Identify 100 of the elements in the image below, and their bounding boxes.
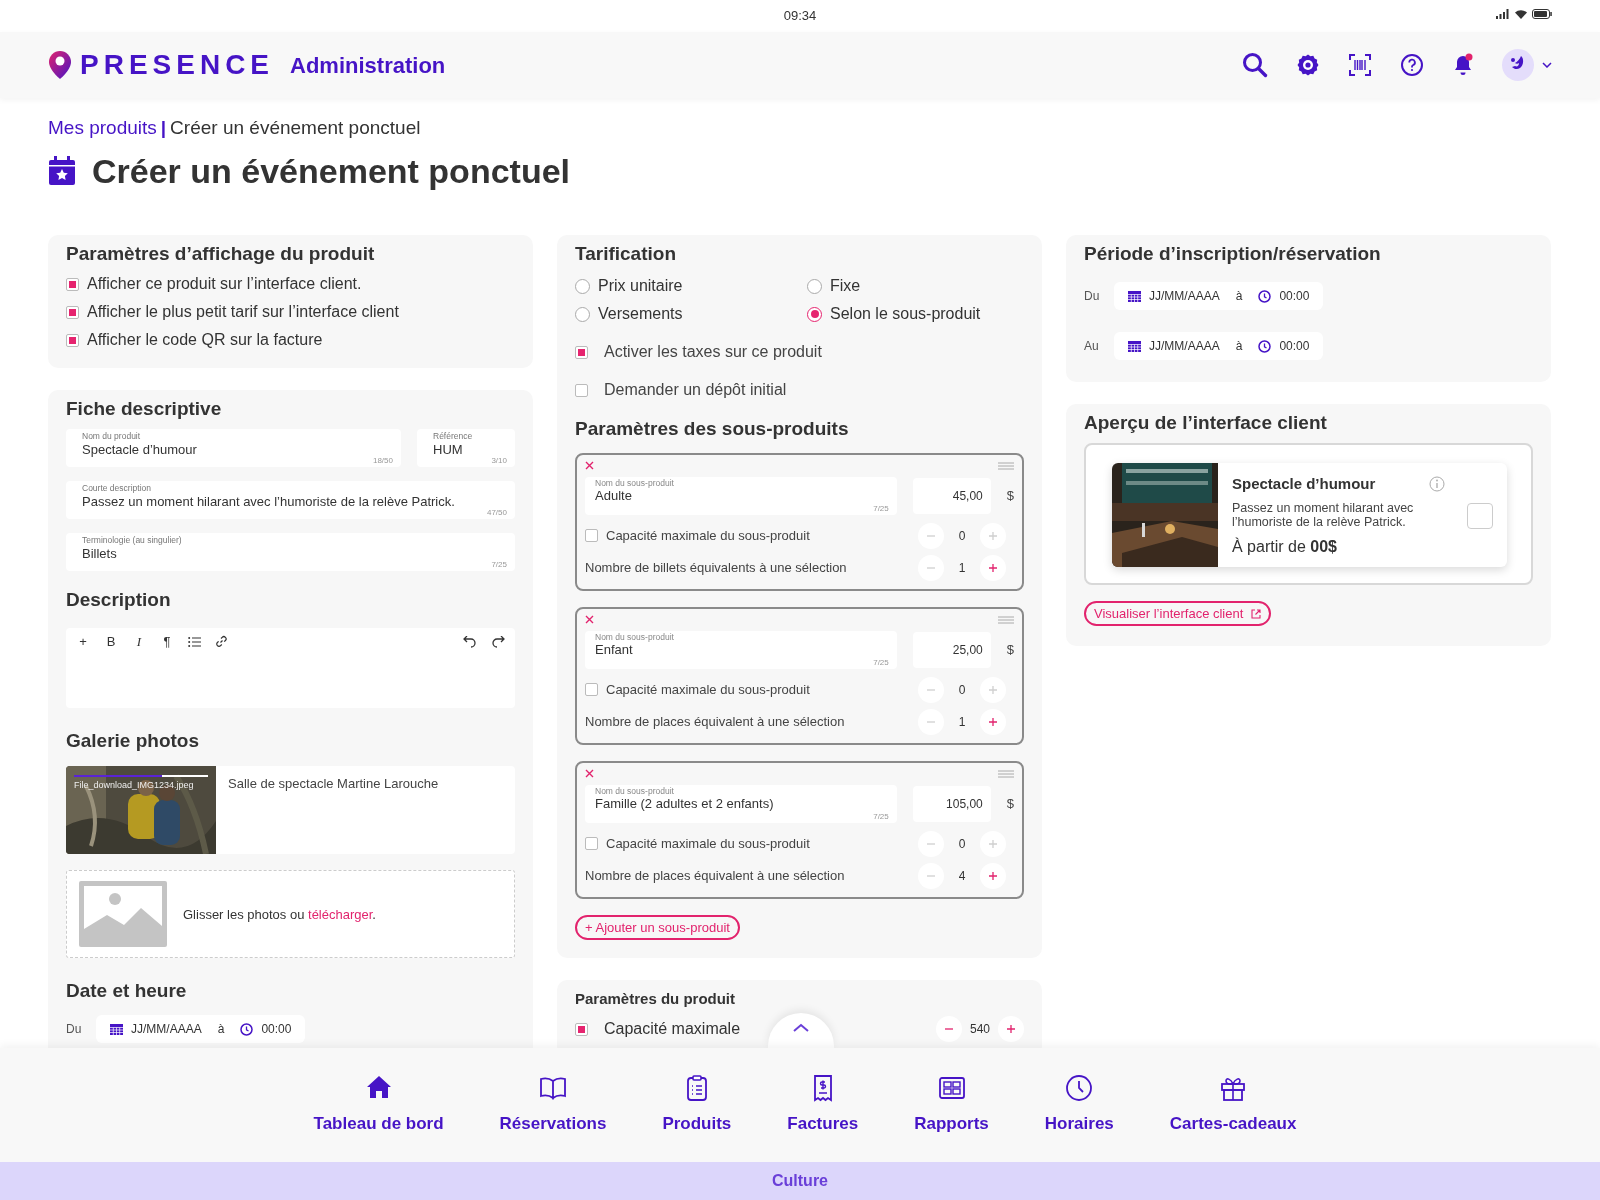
search-icon[interactable] bbox=[1242, 52, 1268, 78]
photo-drop-zone[interactable]: Glisser les photos ou télécharger. bbox=[66, 870, 515, 959]
subproduct-name-field[interactable]: Nom du sous-produit Enfant 7/25 bbox=[585, 630, 897, 669]
footer-label: Culture bbox=[772, 1171, 828, 1191]
brand-name: PRESENCE bbox=[80, 48, 275, 82]
nav-item[interactable]: Factures bbox=[781, 1072, 865, 1138]
increment-button[interactable] bbox=[980, 708, 1006, 735]
date-time-field[interactable]: JJ/MM/AAAA à 00:00 bbox=[96, 1015, 306, 1044]
drag-handle-icon[interactable] bbox=[998, 769, 1014, 778]
barcode-scan-icon[interactable] bbox=[1348, 53, 1372, 77]
remove-icon[interactable] bbox=[585, 461, 594, 471]
nav-item[interactable]: Horaires bbox=[1038, 1072, 1120, 1138]
info-icon[interactable] bbox=[1429, 475, 1445, 492]
date-time-field[interactable]: JJ/MM/AAAA à 00:00 bbox=[1114, 332, 1324, 361]
subproduct-name-field[interactable]: Nom du sous-produit Adulte 7/25 bbox=[585, 476, 897, 515]
redo-icon[interactable] bbox=[492, 635, 505, 648]
date-time-field[interactable]: JJ/MM/AAAA à 00:00 bbox=[1114, 282, 1324, 311]
radio-button[interactable] bbox=[575, 278, 590, 294]
nav-item[interactable]: Cartes-cadeaux bbox=[1163, 1072, 1303, 1138]
character-counter: 3/10 bbox=[491, 455, 507, 466]
reference-field[interactable]: Référence HUM 3/10 bbox=[417, 428, 515, 467]
radio-label: Versements bbox=[598, 304, 683, 325]
currency-label: $ bbox=[1006, 641, 1014, 660]
section-title: Date et heure bbox=[66, 980, 188, 1004]
price-field[interactable]: 25,00 bbox=[912, 631, 991, 668]
at-label: à bbox=[217, 1021, 225, 1039]
list-icon[interactable] bbox=[188, 635, 201, 648]
character-counter: 7/25 bbox=[873, 503, 889, 514]
checkbox[interactable] bbox=[585, 683, 598, 697]
undo-icon[interactable] bbox=[463, 635, 476, 648]
radio-button[interactable] bbox=[807, 278, 822, 294]
product-name: Spectacle d’humour bbox=[1232, 473, 1376, 494]
toolbar-button[interactable]: ¶ bbox=[160, 633, 174, 650]
upload-link[interactable]: télécharger bbox=[308, 906, 373, 922]
increment-button[interactable] bbox=[980, 862, 1006, 889]
product-name-field[interactable]: Nom du produit Spectacle d’humour 18/50 bbox=[66, 428, 401, 467]
settings-icon[interactable] bbox=[1296, 53, 1320, 77]
checkbox[interactable] bbox=[585, 837, 598, 851]
nav-item[interactable]: Produits bbox=[656, 1072, 738, 1138]
remove-icon[interactable] bbox=[585, 769, 594, 779]
plus-icon bbox=[989, 563, 997, 572]
notification-bell-icon[interactable] bbox=[1452, 53, 1474, 77]
nav-item[interactable]: Rapports bbox=[908, 1072, 995, 1138]
character-counter: 47/50 bbox=[486, 507, 507, 518]
text-field[interactable]: Courte description Passez un moment hilarant avec l’humoriste de la relève Patrick. 47/50 bbox=[66, 480, 515, 519]
plus-icon bbox=[989, 685, 997, 694]
field-label: Nom du sous-produit bbox=[595, 785, 675, 796]
external-link-icon bbox=[1251, 608, 1262, 619]
section-title: Paramètres des sous-produits bbox=[575, 418, 850, 441]
option-label: Afficher le code QR sur la facture bbox=[87, 330, 323, 351]
field-label: Nom du sous-produit bbox=[595, 477, 675, 488]
option-label: Nombre de billets équivalents à une sélection bbox=[585, 559, 847, 578]
rich-text-editor[interactable]: + B I ¶ bbox=[66, 627, 515, 708]
checkbox[interactable] bbox=[585, 529, 598, 543]
checkbox[interactable] bbox=[575, 345, 588, 359]
wifi-icon bbox=[1514, 9, 1528, 19]
date-label: Du bbox=[1084, 288, 1101, 306]
toolbar-button[interactable]: + bbox=[76, 633, 90, 650]
breadcrumb-link[interactable]: Mes produits bbox=[48, 114, 157, 143]
radio-button[interactable] bbox=[575, 306, 590, 322]
link-icon[interactable] bbox=[215, 635, 228, 649]
photo-item[interactable]: File_download_IMG1234.jpeg Salle de spectacle Martine Larouche bbox=[66, 766, 515, 855]
toolbar-button[interactable]: B bbox=[104, 633, 118, 650]
minus-icon bbox=[945, 1028, 953, 1031]
drag-handle-icon[interactable] bbox=[998, 461, 1014, 470]
app-subtitle: Administration bbox=[290, 51, 446, 80]
add-subproduct-button[interactable]: + Ajouter un sous-produit bbox=[575, 914, 740, 941]
checkbox[interactable] bbox=[66, 305, 79, 319]
help-icon[interactable] bbox=[1400, 53, 1424, 77]
option-label: Capacité maximale du sous-produit bbox=[606, 835, 810, 854]
checkbox[interactable] bbox=[575, 383, 588, 397]
plus-icon bbox=[989, 839, 997, 848]
at-label: à bbox=[1235, 338, 1243, 356]
decrement-button[interactable] bbox=[936, 1016, 962, 1043]
remove-icon[interactable] bbox=[585, 615, 594, 625]
option-label: Demander un dépôt initial bbox=[604, 380, 787, 401]
radio-button[interactable] bbox=[807, 306, 822, 322]
view-client-interface-button[interactable]: Visualiser l’interface client bbox=[1084, 600, 1272, 627]
toolbar-button[interactable]: I bbox=[132, 633, 146, 650]
field-label: Nom du produit bbox=[82, 430, 142, 441]
nav-item[interactable]: Réservations bbox=[493, 1072, 613, 1138]
user-menu-button[interactable] bbox=[1502, 49, 1552, 81]
checkbox[interactable] bbox=[66, 277, 79, 291]
increment-button[interactable] bbox=[980, 554, 1006, 581]
text-field[interactable]: Terminologie (au singulier) Billets 7/25 bbox=[66, 532, 515, 571]
nav-item[interactable]: Tableau de bord bbox=[307, 1072, 450, 1138]
checkbox[interactable] bbox=[1467, 502, 1493, 529]
option-label: Nombre de places équivalent à une sélection bbox=[585, 867, 845, 886]
caret-icon bbox=[1542, 62, 1552, 68]
subproduct-name-field[interactable]: Nom du sous-produit Famille (2 adultes et 2 enfants) 7/25 bbox=[585, 784, 897, 823]
section-title: Fiche descriptive bbox=[66, 398, 223, 421]
checkbox[interactable] bbox=[575, 1022, 588, 1036]
price-field[interactable]: 45,00 bbox=[912, 477, 991, 514]
price-field[interactable]: 105,00 bbox=[912, 785, 991, 822]
drag-handle-icon[interactable] bbox=[998, 615, 1014, 624]
increment-button[interactable] bbox=[998, 1016, 1024, 1043]
checkbox[interactable] bbox=[66, 333, 79, 347]
section-title: Période d’inscription/réservation bbox=[1084, 243, 1382, 267]
time-value: 00:00 bbox=[1279, 288, 1310, 306]
quantity-value: 1 bbox=[957, 559, 967, 577]
